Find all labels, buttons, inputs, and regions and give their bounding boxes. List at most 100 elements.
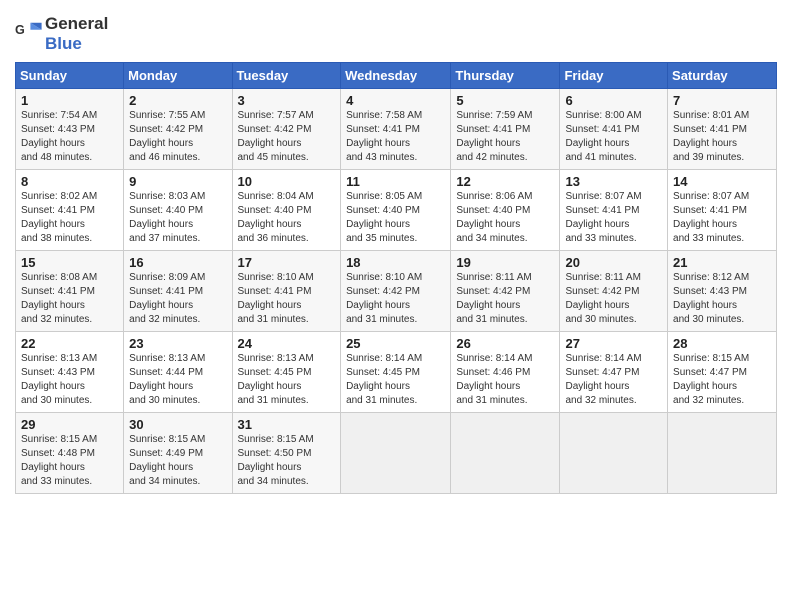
day-number: 24 (238, 336, 336, 351)
calendar-cell: 2 Sunrise: 7:55 AMSunset: 4:42 PMDayligh… (124, 89, 232, 170)
calendar-cell: 9 Sunrise: 8:03 AMSunset: 4:40 PMDayligh… (124, 170, 232, 251)
col-header-sunday: Sunday (16, 63, 124, 89)
calendar-cell (668, 413, 777, 494)
day-number: 25 (346, 336, 445, 351)
day-number: 26 (456, 336, 554, 351)
day-number: 8 (21, 174, 118, 189)
logo-text: General Blue (45, 14, 108, 54)
day-detail: Sunrise: 8:14 AMSunset: 4:45 PMDaylight … (346, 353, 422, 406)
calendar-cell: 14 Sunrise: 8:07 AMSunset: 4:41 PMDaylig… (668, 170, 777, 251)
logo-icon: G (15, 20, 43, 48)
calendar-cell: 16 Sunrise: 8:09 AMSunset: 4:41 PMDaylig… (124, 251, 232, 332)
calendar-cell: 4 Sunrise: 7:58 AMSunset: 4:41 PMDayligh… (341, 89, 451, 170)
day-detail: Sunrise: 8:09 AMSunset: 4:41 PMDaylight … (129, 272, 205, 325)
calendar-cell: 27 Sunrise: 8:14 AMSunset: 4:47 PMDaylig… (560, 332, 668, 413)
day-number: 29 (21, 417, 118, 432)
day-number: 2 (129, 93, 226, 108)
calendar-cell: 11 Sunrise: 8:05 AMSunset: 4:40 PMDaylig… (341, 170, 451, 251)
day-number: 15 (21, 255, 118, 270)
day-number: 10 (238, 174, 336, 189)
day-detail: Sunrise: 8:11 AMSunset: 4:42 PMDaylight … (456, 272, 531, 325)
calendar-cell: 24 Sunrise: 8:13 AMSunset: 4:45 PMDaylig… (232, 332, 341, 413)
calendar-cell: 26 Sunrise: 8:14 AMSunset: 4:46 PMDaylig… (451, 332, 560, 413)
day-detail: Sunrise: 8:15 AMSunset: 4:49 PMDaylight … (129, 434, 205, 487)
day-number: 16 (129, 255, 226, 270)
calendar-cell: 15 Sunrise: 8:08 AMSunset: 4:41 PMDaylig… (16, 251, 124, 332)
header: G General Blue (15, 10, 777, 54)
day-detail: Sunrise: 8:11 AMSunset: 4:42 PMDaylight … (565, 272, 640, 325)
calendar-cell: 8 Sunrise: 8:02 AMSunset: 4:41 PMDayligh… (16, 170, 124, 251)
day-detail: Sunrise: 8:00 AMSunset: 4:41 PMDaylight … (565, 110, 641, 163)
day-detail: Sunrise: 8:13 AMSunset: 4:45 PMDaylight … (238, 353, 314, 406)
col-header-tuesday: Tuesday (232, 63, 341, 89)
calendar-cell: 28 Sunrise: 8:15 AMSunset: 4:47 PMDaylig… (668, 332, 777, 413)
day-detail: Sunrise: 8:14 AMSunset: 4:47 PMDaylight … (565, 353, 641, 406)
day-number: 6 (565, 93, 662, 108)
calendar-cell: 5 Sunrise: 7:59 AMSunset: 4:41 PMDayligh… (451, 89, 560, 170)
day-detail: Sunrise: 8:07 AMSunset: 4:41 PMDaylight … (673, 191, 749, 244)
calendar-table: SundayMondayTuesdayWednesdayThursdayFrid… (15, 62, 777, 494)
col-header-friday: Friday (560, 63, 668, 89)
calendar-cell: 3 Sunrise: 7:57 AMSunset: 4:42 PMDayligh… (232, 89, 341, 170)
calendar-cell: 19 Sunrise: 8:11 AMSunset: 4:42 PMDaylig… (451, 251, 560, 332)
day-detail: Sunrise: 8:15 AMSunset: 4:48 PMDaylight … (21, 434, 97, 487)
day-detail: Sunrise: 7:57 AMSunset: 4:42 PMDaylight … (238, 110, 314, 163)
svg-text:G: G (15, 23, 25, 37)
col-header-wednesday: Wednesday (341, 63, 451, 89)
calendar-cell: 23 Sunrise: 8:13 AMSunset: 4:44 PMDaylig… (124, 332, 232, 413)
day-number: 20 (565, 255, 662, 270)
day-number: 3 (238, 93, 336, 108)
day-detail: Sunrise: 8:01 AMSunset: 4:41 PMDaylight … (673, 110, 749, 163)
day-number: 4 (346, 93, 445, 108)
day-number: 9 (129, 174, 226, 189)
day-number: 21 (673, 255, 771, 270)
day-detail: Sunrise: 8:10 AMSunset: 4:41 PMDaylight … (238, 272, 314, 325)
day-detail: Sunrise: 8:14 AMSunset: 4:46 PMDaylight … (456, 353, 532, 406)
day-number: 22 (21, 336, 118, 351)
day-number: 1 (21, 93, 118, 108)
day-detail: Sunrise: 8:08 AMSunset: 4:41 PMDaylight … (21, 272, 97, 325)
day-number: 30 (129, 417, 226, 432)
calendar-cell: 22 Sunrise: 8:13 AMSunset: 4:43 PMDaylig… (16, 332, 124, 413)
day-detail: Sunrise: 8:02 AMSunset: 4:41 PMDaylight … (21, 191, 97, 244)
calendar-cell: 1 Sunrise: 7:54 AMSunset: 4:43 PMDayligh… (16, 89, 124, 170)
day-number: 27 (565, 336, 662, 351)
calendar-cell: 18 Sunrise: 8:10 AMSunset: 4:42 PMDaylig… (341, 251, 451, 332)
day-detail: Sunrise: 8:04 AMSunset: 4:40 PMDaylight … (238, 191, 314, 244)
calendar-cell (560, 413, 668, 494)
calendar-cell: 12 Sunrise: 8:06 AMSunset: 4:40 PMDaylig… (451, 170, 560, 251)
calendar-cell: 21 Sunrise: 8:12 AMSunset: 4:43 PMDaylig… (668, 251, 777, 332)
calendar-cell (341, 413, 451, 494)
col-header-thursday: Thursday (451, 63, 560, 89)
day-detail: Sunrise: 8:15 AMSunset: 4:47 PMDaylight … (673, 353, 749, 406)
calendar-cell: 30 Sunrise: 8:15 AMSunset: 4:49 PMDaylig… (124, 413, 232, 494)
calendar-cell: 29 Sunrise: 8:15 AMSunset: 4:48 PMDaylig… (16, 413, 124, 494)
day-detail: Sunrise: 8:15 AMSunset: 4:50 PMDaylight … (238, 434, 314, 487)
calendar-cell: 7 Sunrise: 8:01 AMSunset: 4:41 PMDayligh… (668, 89, 777, 170)
col-header-monday: Monday (124, 63, 232, 89)
day-detail: Sunrise: 8:13 AMSunset: 4:43 PMDaylight … (21, 353, 97, 406)
calendar-cell: 17 Sunrise: 8:10 AMSunset: 4:41 PMDaylig… (232, 251, 341, 332)
day-number: 23 (129, 336, 226, 351)
col-header-saturday: Saturday (668, 63, 777, 89)
calendar-cell: 20 Sunrise: 8:11 AMSunset: 4:42 PMDaylig… (560, 251, 668, 332)
day-detail: Sunrise: 7:59 AMSunset: 4:41 PMDaylight … (456, 110, 532, 163)
day-detail: Sunrise: 8:10 AMSunset: 4:42 PMDaylight … (346, 272, 422, 325)
day-detail: Sunrise: 8:07 AMSunset: 4:41 PMDaylight … (565, 191, 641, 244)
day-number: 18 (346, 255, 445, 270)
day-number: 28 (673, 336, 771, 351)
day-detail: Sunrise: 8:05 AMSunset: 4:40 PMDaylight … (346, 191, 422, 244)
calendar-cell: 31 Sunrise: 8:15 AMSunset: 4:50 PMDaylig… (232, 413, 341, 494)
day-detail: Sunrise: 7:55 AMSunset: 4:42 PMDaylight … (129, 110, 205, 163)
day-detail: Sunrise: 8:12 AMSunset: 4:43 PMDaylight … (673, 272, 749, 325)
calendar-cell: 10 Sunrise: 8:04 AMSunset: 4:40 PMDaylig… (232, 170, 341, 251)
day-number: 5 (456, 93, 554, 108)
day-number: 11 (346, 174, 445, 189)
day-detail: Sunrise: 8:03 AMSunset: 4:40 PMDaylight … (129, 191, 205, 244)
day-detail: Sunrise: 8:13 AMSunset: 4:44 PMDaylight … (129, 353, 205, 406)
day-number: 19 (456, 255, 554, 270)
day-number: 13 (565, 174, 662, 189)
day-detail: Sunrise: 7:54 AMSunset: 4:43 PMDaylight … (21, 110, 97, 163)
day-number: 12 (456, 174, 554, 189)
main-container: G General Blue SundayMondayTuesdayWednes… (0, 0, 792, 504)
